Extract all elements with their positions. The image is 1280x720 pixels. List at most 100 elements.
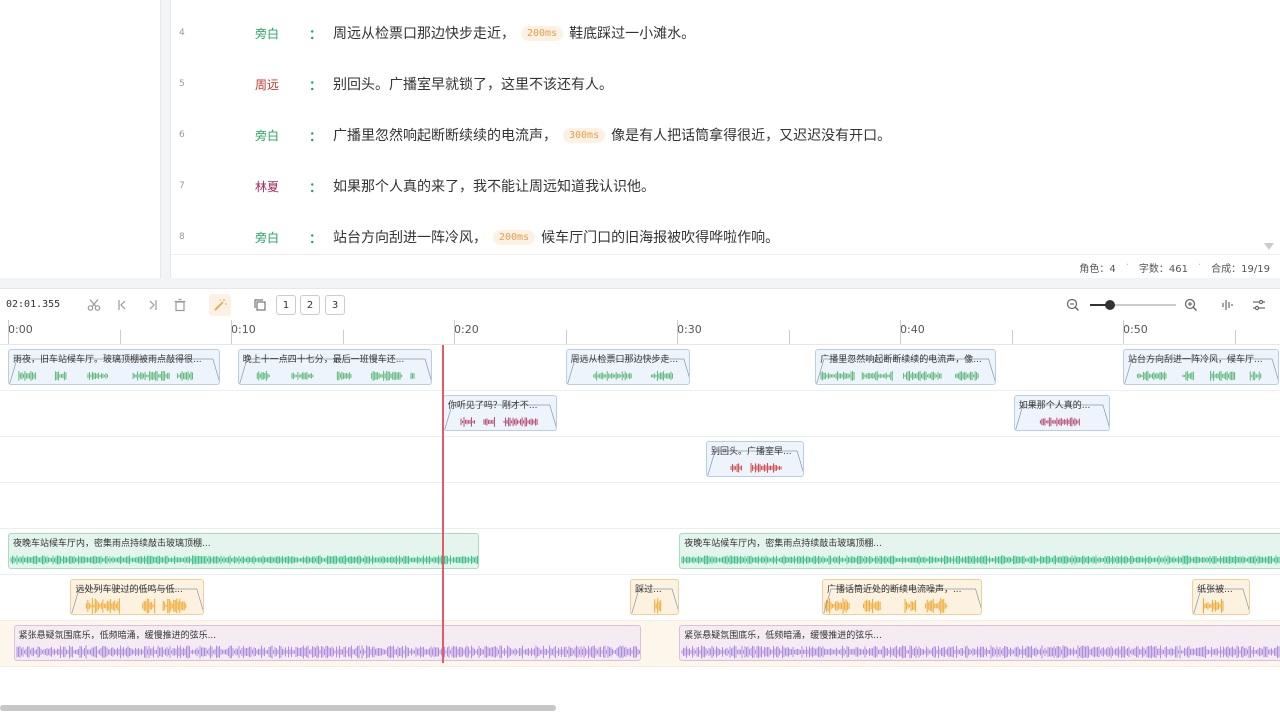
status-chars: 字数：461 (1138, 264, 1188, 275)
scroll-down-arrow[interactable] (1264, 243, 1274, 250)
line-text-segment: 广播里忽然响起断断续续的电流声， (333, 128, 557, 144)
ruler-tick (1234, 330, 1236, 344)
timeline-clip[interactable]: 广播里忽然响起断断续续的电流声，像... (815, 349, 996, 385)
timeline-toolbar: 02:01.355 1 2 3 (0, 289, 1280, 321)
playhead[interactable] (441, 345, 444, 663)
timeline-clip[interactable]: 夜晚车站候车厅内，密集雨点持续敲击玻璃顶棚... (8, 533, 479, 569)
track-count-button-1[interactable]: 1 (276, 295, 296, 315)
app-root: 4 旁白 ： 周远从检票口那边快步走近， 200ms 鞋底踩过一小滩水。 5 周远 ： 别回头。广… (0, 0, 1280, 720)
timeline-clip[interactable]: 站台方向刮进一阵冷风，候车厅... (1123, 349, 1280, 385)
ruler-tick (119, 330, 121, 344)
line-text[interactable]: 别回头。广播室早就锁了，这里不该还有人。 (333, 74, 613, 94)
clip-label: 夜晚车站候车厅内，密集雨点持续敲击玻璃顶棚... (13, 539, 211, 549)
waveform-icon[interactable] (1219, 296, 1237, 314)
clip-label: 周远从检票口那边快步走... (570, 355, 679, 365)
timeline-clip[interactable]: 紧张悬疑氛围底乐，低频暗涌，缓慢推进的弦乐... (13, 625, 642, 661)
speaker-colon: ： (309, 231, 323, 247)
timeline-clip[interactable]: 紧张悬疑氛围底乐，低频暗涌，缓慢推进的弦乐... (679, 625, 1280, 661)
speaker-label[interactable]: 旁白 (255, 127, 279, 144)
timeline-clip[interactable]: 踩过... (630, 579, 680, 615)
pause-tag[interactable]: 300ms (563, 127, 606, 143)
pause-tag[interactable]: 200ms (521, 25, 564, 41)
sliders-icon[interactable] (1250, 296, 1268, 314)
track-row[interactable]: 别回头。广播室早... (0, 437, 1280, 483)
timeline-clip[interactable]: 你听见了吗？刚才不... (442, 395, 557, 431)
timeline-clip[interactable]: 别回头。广播室早... (705, 441, 805, 477)
current-time: 02:01.355 (6, 299, 61, 310)
track-row[interactable]: 远处列车驶过的低鸣与低... 踩过... 广播话筒近处的断续电流噪声，... 纸张被.… (0, 575, 1280, 621)
magic-wand-icon[interactable] (209, 294, 231, 316)
timeline-clip[interactable]: 纸张被... (1192, 579, 1251, 615)
status-roles: 角色：4 (1079, 264, 1116, 275)
speaker-label[interactable]: 旁白 (255, 25, 279, 42)
script-line[interactable]: 4 旁白 ： 周远从检票口那边快步走近， 200ms 鞋底踩过一小滩水。 (171, 13, 1266, 53)
speaker-label[interactable]: 林夏 (255, 178, 279, 195)
line-text[interactable]: 广播里忽然响起断断续续的电流声， 300ms 像是有人把话筒拿得很近，又迟迟没有开口… (333, 125, 891, 145)
clip-label: 广播里忽然响起断断续续的电流声，像... (820, 355, 982, 365)
trash-icon[interactable] (171, 296, 189, 314)
pause-tag[interactable]: 200ms (493, 229, 536, 245)
clip-label: 站台方向刮进一阵冷风，候车厅... (1128, 355, 1263, 365)
script-line[interactable]: 6 旁白 ： 广播里忽然响起断断续续的电流声， 300ms 像是有人把话筒拿得很近，又迟迟… (171, 115, 1266, 155)
track-row[interactable]: 雨夜，旧车站候车厅。玻璃顶棚被雨点敲得很... 晚上十一点四十七分，最后一班慢车还… (0, 345, 1280, 391)
timeline-clip[interactable]: 周远从检票口那边快步走... (565, 349, 691, 385)
timeline-clip[interactable]: 雨夜，旧车站候车厅。玻璃顶棚被雨点敲得很... (8, 349, 220, 385)
horizontal-scrollbar[interactable] (0, 705, 556, 711)
line-text-segment: 站台方向刮进一阵冷风， (333, 230, 487, 246)
timeline-panel: 02:01.355 1 2 3 0:00 0:10 0:20 0:30 0:40… (0, 288, 1280, 720)
ruler-label: 0:40 (900, 323, 925, 336)
clip-label: 晚上十一点四十七分，最后一班慢车还... (242, 355, 405, 365)
timeline-clip[interactable]: 夜晚车站候车厅内，密集雨点持续敲击玻璃顶棚... (679, 533, 1280, 569)
track-row[interactable]: 你听见了吗？刚才不... 如果那个人真的... (0, 391, 1280, 437)
ruler-tick (900, 320, 901, 344)
ruler-tick (342, 330, 344, 344)
timeline-clip[interactable]: 晚上十一点四十七分，最后一班慢车还... (237, 349, 432, 385)
speaker-colon: ： (309, 180, 323, 196)
time-ruler[interactable]: 0:00 0:10 0:20 0:30 0:40 0:50 (0, 320, 1280, 345)
skip-back-icon[interactable] (114, 296, 132, 314)
zoom-slider-thumb[interactable] (1104, 300, 1115, 310)
line-text-segment: 像是有人把话筒拿得很近，又迟迟没有开口。 (611, 128, 892, 144)
speaker-colon: ： (309, 78, 323, 94)
status-sep: · (1197, 260, 1202, 271)
ruler-tick (231, 320, 232, 344)
line-number: 6 (179, 130, 185, 140)
ruler-tick (8, 320, 9, 344)
line-number: 4 (179, 28, 185, 38)
track-row[interactable] (0, 483, 1280, 529)
status-divider (171, 254, 1280, 255)
line-text-segment: 周远从检票口那边快步走近， (333, 26, 515, 42)
skip-forward-icon[interactable] (143, 296, 161, 314)
script-line[interactable]: 7 林夏 ： 如果那个人真的来了，我不能让周远知道我认识他。 (171, 166, 1266, 206)
line-number: 8 (179, 232, 185, 242)
timeline-clip[interactable]: 广播话筒近处的断续电流噪声，... (821, 579, 983, 615)
copy-icon[interactable] (251, 296, 269, 314)
zoom-out-icon[interactable] (1064, 296, 1082, 314)
zoom-in-icon[interactable] (1182, 296, 1200, 314)
zoom-slider[interactable] (1090, 300, 1176, 310)
speaker-label[interactable]: 旁白 (255, 229, 279, 246)
scissors-icon[interactable] (85, 296, 103, 314)
line-text-segment: 如果那个人真的来了，我不能让周远知道我认识他。 (333, 179, 655, 195)
track-row[interactable]: 紧张悬疑氛围底乐，低频暗涌，缓慢推进的弦乐... 紧张悬疑氛围底乐，低频暗涌，缓慢… (0, 621, 1280, 667)
timeline-clip[interactable]: 远处列车驶过的低鸣与低... (70, 579, 205, 615)
timeline-clip[interactable]: 如果那个人真的... (1013, 395, 1110, 431)
ruler-label: 0:30 (677, 323, 702, 336)
script-line[interactable]: 5 周远 ： 别回头。广播室早就锁了，这里不该还有人。 (171, 64, 1266, 104)
line-text-segment: 候车厅门口的旧海报被吹得哗啦作响。 (541, 230, 780, 246)
ruler-tick (454, 320, 455, 344)
line-text[interactable]: 站台方向刮进一阵冷风， 200ms 候车厅门口的旧海报被吹得哗啦作响。 (333, 227, 779, 247)
track-count-button-3[interactable]: 3 (325, 295, 345, 315)
script-line[interactable]: 8 旁白 ： 站台方向刮进一阵冷风， 200ms 候车厅门口的旧海报被吹得哗啦作响。 (171, 217, 1266, 257)
ruler-label: 0:10 (231, 323, 256, 336)
track-count-button-2[interactable]: 2 (300, 295, 320, 315)
speaker-label[interactable]: 周远 (255, 76, 279, 93)
line-text[interactable]: 如果那个人真的来了，我不能让周远知道我认识他。 (333, 176, 655, 196)
ruler-label: 0:20 (454, 323, 479, 336)
line-text[interactable]: 周远从检票口那边快步走近， 200ms 鞋底踩过一小滩水。 (333, 23, 695, 43)
line-number: 7 (179, 181, 185, 191)
clip-label: 夜晚车站候车厅内，密集雨点持续敲击玻璃顶棚... (684, 539, 882, 549)
line-number: 5 (179, 79, 185, 89)
track-row[interactable]: 夜晚车站候车厅内，密集雨点持续敲击玻璃顶棚... 夜晚车站候车厅内，密集雨点持续敲… (0, 529, 1280, 575)
ruler-tick (677, 320, 678, 344)
